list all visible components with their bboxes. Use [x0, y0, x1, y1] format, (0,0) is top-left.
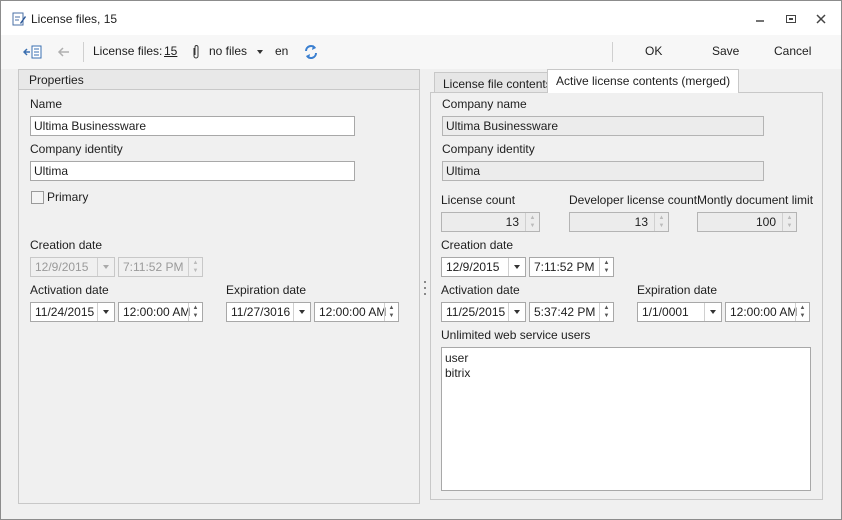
- toolbar: License files: 15 no files en OK Save Ca…: [1, 35, 841, 69]
- paperclip-icon: [193, 45, 199, 59]
- reply-back-icon[interactable]: [57, 45, 71, 59]
- monthly-document-limit-spinner: 100 ▲ ▼: [697, 212, 797, 232]
- unlimited-users-textarea[interactable]: user bitrix: [441, 347, 811, 491]
- name-input[interactable]: Ultima Businessware: [30, 116, 355, 136]
- cancel-button[interactable]: Cancel: [774, 44, 811, 58]
- list-item: bitrix: [445, 366, 471, 380]
- ok-button[interactable]: OK: [645, 44, 662, 58]
- toolbar-separator: [83, 42, 84, 62]
- restore-icon: [786, 15, 796, 23]
- creation-date-label: Creation date: [441, 238, 514, 252]
- expiration-time-value: 12:00:00 AM: [319, 305, 387, 319]
- tab-license-file-contents[interactable]: License file contents: [434, 72, 561, 94]
- creation-time-value: 7:11:52 PM: [534, 260, 595, 274]
- add-to-list-icon[interactable]: [23, 44, 43, 60]
- name-label: Name: [30, 97, 63, 111]
- save-button[interactable]: Save: [712, 44, 739, 58]
- properties-header: Properties: [19, 70, 419, 90]
- chevron-down-icon[interactable]: [97, 303, 114, 321]
- primary-checkbox[interactable]: [31, 191, 44, 204]
- creation-date-value: 12/9/2015: [35, 260, 89, 274]
- chevron-down-icon[interactable]: [508, 258, 525, 276]
- panel-splitter[interactable]: [424, 281, 427, 295]
- chevron-down-icon[interactable]: [257, 50, 263, 54]
- refresh-icon[interactable]: [304, 44, 318, 60]
- minimize-icon: [756, 20, 764, 22]
- expiration-date-value: 11/27/3016: [231, 305, 291, 319]
- activation-time-spinner[interactable]: 12:00:00 AM ▲ ▼: [118, 302, 203, 322]
- activation-date-value: 11/25/2015: [446, 305, 506, 319]
- company-identity-field: Ultima: [442, 161, 764, 181]
- restore-button[interactable]: [780, 9, 802, 29]
- spin-arrows-icon: ▲ ▼: [188, 258, 202, 276]
- license-files-count-link[interactable]: 15: [164, 44, 177, 58]
- developer-license-count-label: Developer license count: [569, 193, 698, 207]
- toolbar-separator: [612, 42, 613, 62]
- creation-time-value: 7:11:52 PM: [123, 260, 184, 274]
- attachments-dropdown[interactable]: no files: [209, 44, 247, 58]
- spin-arrows-icon[interactable]: ▲ ▼: [795, 303, 809, 321]
- activation-date-label: Activation date: [30, 283, 109, 297]
- active-activation-date-picker[interactable]: 11/25/2015: [441, 302, 526, 322]
- company-name-field: Ultima Businessware: [442, 116, 764, 136]
- license-count-label: License count: [441, 193, 516, 207]
- expiration-date-label: Expiration date: [637, 283, 718, 297]
- spin-arrows-icon[interactable]: ▲ ▼: [384, 303, 398, 321]
- creation-time-spinner: 7:11:52 PM ▲ ▼: [118, 257, 203, 277]
- chevron-down-icon: [97, 258, 114, 276]
- expiration-time-value: 12:00:00 AM: [730, 305, 798, 319]
- spin-arrows-icon: ▲ ▼: [654, 213, 668, 231]
- primary-label: Primary: [47, 190, 89, 204]
- active-expiration-date-picker[interactable]: 1/1/0001: [637, 302, 722, 322]
- monthly-document-limit-value: 100: [755, 215, 776, 229]
- edit-document-icon: [12, 12, 26, 26]
- company-identity-label: Company identity: [442, 142, 535, 156]
- spin-arrows-icon[interactable]: ▲ ▼: [188, 303, 202, 321]
- license-files-label: License files:: [93, 44, 163, 58]
- active-expiration-time-spinner[interactable]: 12:00:00 AM ▲ ▼: [725, 302, 810, 322]
- title-bar: License files, 15: [1, 1, 841, 35]
- activation-date-picker[interactable]: 11/24/2015: [30, 302, 115, 322]
- company-identity-label: Company identity: [30, 142, 123, 156]
- spin-arrows-icon[interactable]: ▲ ▼: [599, 303, 613, 321]
- license-count-value: 13: [505, 215, 519, 229]
- active-creation-time-spinner[interactable]: 7:11:52 PM ▲ ▼: [529, 257, 614, 277]
- expiration-time-spinner[interactable]: 12:00:00 AM ▲ ▼: [314, 302, 399, 322]
- minimize-button[interactable]: [749, 9, 771, 29]
- license-count-spinner: 13 ▲ ▼: [441, 212, 540, 232]
- activation-time-value: 12:00:00 AM: [123, 305, 191, 319]
- close-icon: [816, 14, 826, 24]
- chevron-down-icon[interactable]: [508, 303, 525, 321]
- expiration-date-value: 1/1/0001: [642, 305, 689, 319]
- monthly-document-limit-label: Montly document limit: [697, 193, 814, 207]
- list-item: user: [445, 351, 469, 365]
- creation-date-picker: 12/9/2015: [30, 257, 115, 277]
- chevron-down-icon[interactable]: [293, 303, 310, 321]
- company-identity-input[interactable]: Ultima: [30, 161, 355, 181]
- activation-date-label: Activation date: [441, 283, 520, 297]
- tab-active-license-contents[interactable]: Active license contents (merged): [547, 69, 740, 93]
- spin-arrows-icon[interactable]: ▲ ▼: [599, 258, 613, 276]
- active-activation-time-spinner[interactable]: 5:37:42 PM ▲ ▼: [529, 302, 614, 322]
- spin-arrows-icon: ▲ ▼: [525, 213, 539, 231]
- active-creation-date-picker[interactable]: 12/9/2015: [441, 257, 526, 277]
- window-title: License files, 15: [31, 12, 118, 26]
- activation-date-value: 11/24/2015: [35, 305, 95, 319]
- language-selector[interactable]: en: [275, 44, 288, 58]
- spin-arrows-icon: ▲ ▼: [782, 213, 796, 231]
- creation-date-label: Creation date: [30, 238, 103, 252]
- developer-license-count-value: 13: [634, 215, 648, 229]
- chevron-down-icon[interactable]: [704, 303, 721, 321]
- expiration-date-label: Expiration date: [226, 283, 307, 297]
- close-button[interactable]: [810, 9, 832, 29]
- license-files-window: License files, 15 License files: 15 no f…: [0, 0, 842, 520]
- activation-time-value: 5:37:42 PM: [534, 305, 596, 319]
- expiration-date-picker[interactable]: 11/27/3016: [226, 302, 311, 322]
- unlimited-users-label: Unlimited web service users: [441, 328, 591, 342]
- developer-license-count-spinner: 13 ▲ ▼: [569, 212, 669, 232]
- company-name-label: Company name: [442, 97, 527, 111]
- creation-date-value: 12/9/2015: [446, 260, 500, 274]
